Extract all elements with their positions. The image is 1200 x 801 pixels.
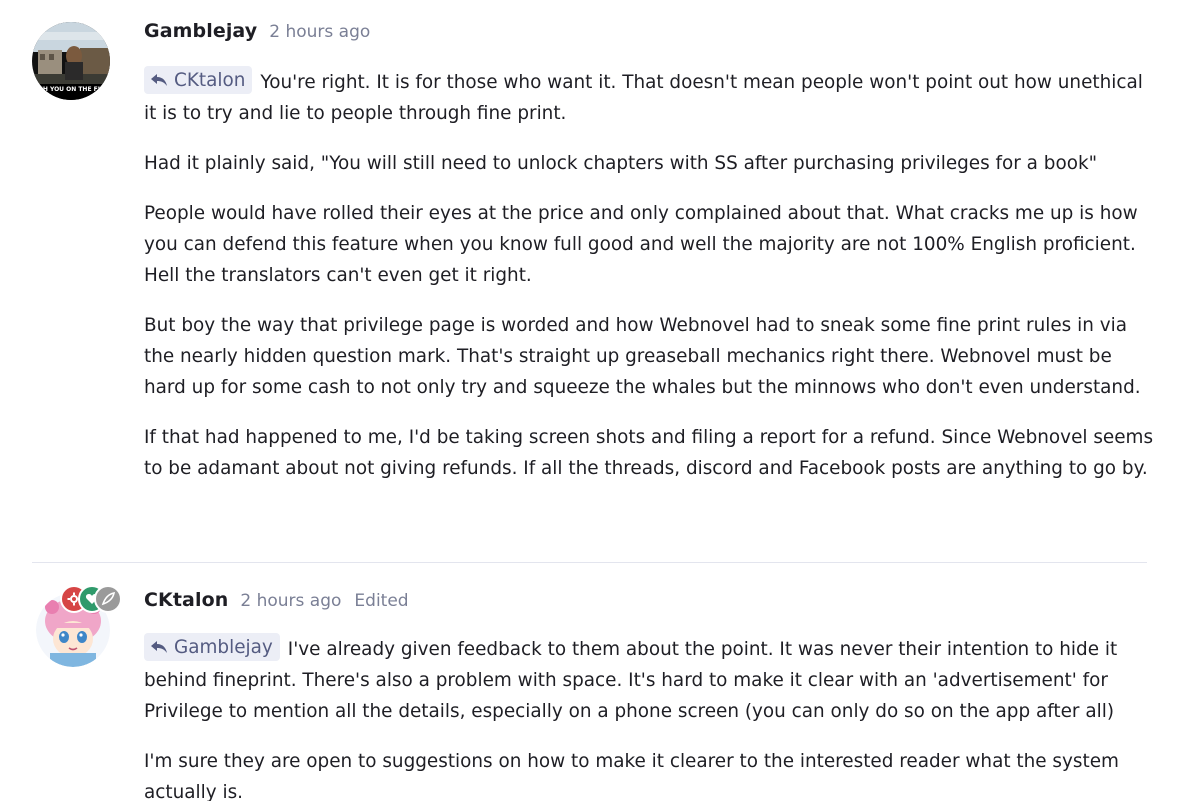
divider bbox=[32, 562, 1147, 563]
comment-body: CKtalon 2 hours ago Edited Gamblejay I've… bbox=[144, 589, 1154, 801]
paragraph: If that had happened to me, I'd be takin… bbox=[144, 427, 1154, 479]
paragraph-text: I've already given feedback to them abou… bbox=[144, 639, 1118, 722]
avatar[interactable]: ACH YOU ON THE FLIP bbox=[32, 22, 110, 100]
reply-mention[interactable]: Gamblejay bbox=[144, 633, 280, 661]
comment-text: CKtalon You're right. It is for those who… bbox=[144, 66, 1154, 484]
avatar[interactable] bbox=[36, 585, 122, 667]
paragraph: People would have rolled their eyes at t… bbox=[144, 203, 1138, 286]
comment-body: Gamblejay 2 hours ago CKtalon You're righ… bbox=[144, 20, 1154, 503]
svg-text:ACH YOU ON THE FLIP: ACH YOU ON THE FLIP bbox=[34, 86, 109, 93]
comment-text: Gamblejay I've already given feedback to … bbox=[144, 633, 1154, 801]
paragraph: I'm sure they are open to suggestions on… bbox=[144, 751, 1119, 801]
paragraph: Had it plainly said, "You will still nee… bbox=[144, 153, 1098, 174]
reply-arrow-icon bbox=[151, 641, 167, 653]
paragraph: CKtalon You're right. It is for those who… bbox=[144, 66, 1154, 129]
comment-thread: ACH YOU ON THE FLIP Gamblejay 2 hours ag… bbox=[0, 0, 1200, 801]
reply-mention[interactable]: CKtalon bbox=[144, 66, 253, 94]
author-name[interactable]: CKtalon bbox=[144, 589, 228, 611]
paragraph: Gamblejay I've already given feedback to … bbox=[144, 633, 1154, 727]
edited-label: Edited bbox=[354, 591, 409, 611]
paragraph: But boy the way that privilege page is w… bbox=[144, 315, 1141, 398]
reply-mention-label: CKtalon bbox=[174, 69, 246, 91]
reply-arrow-icon bbox=[151, 74, 167, 86]
timestamp: 2 hours ago bbox=[269, 22, 371, 42]
reply-mention-label: Gamblejay bbox=[174, 636, 273, 658]
feather-badge-icon bbox=[94, 585, 122, 613]
timestamp: 2 hours ago bbox=[240, 591, 342, 611]
author-name[interactable]: Gamblejay bbox=[144, 20, 257, 42]
comment-meta: CKtalon 2 hours ago Edited bbox=[144, 589, 1154, 615]
comment-meta: Gamblejay 2 hours ago bbox=[144, 20, 1154, 46]
paragraph-text: You're right. It is for those who want i… bbox=[144, 72, 1143, 124]
user-photo-avatar-icon: ACH YOU ON THE FLIP bbox=[32, 22, 110, 100]
